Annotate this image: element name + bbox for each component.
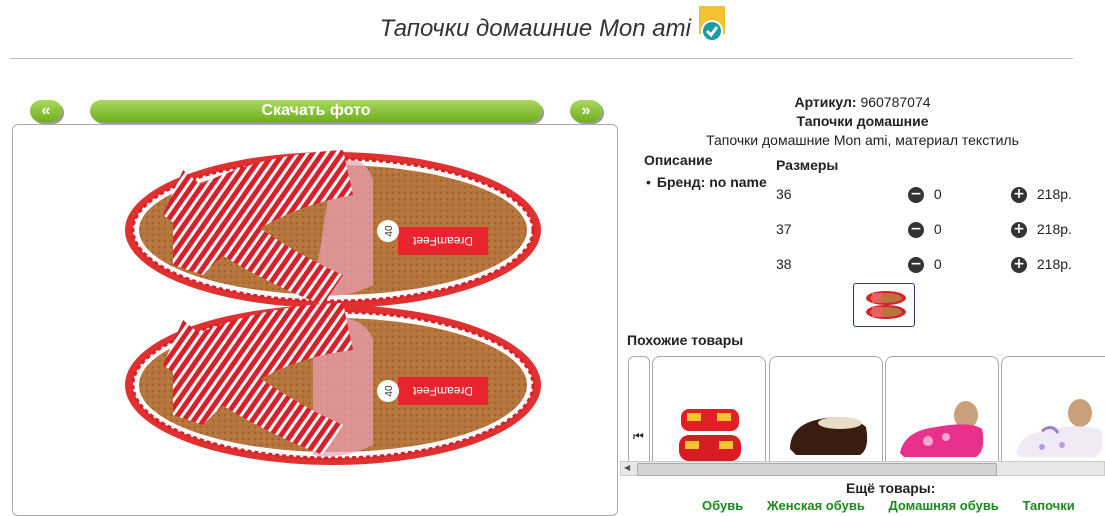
brand-tag-top: DreamFeet — [412, 234, 473, 248]
next-photo-button[interactable]: » — [570, 100, 602, 122]
title-divider — [10, 58, 1073, 59]
product-subtitle: Тапочки домашние Mon ami, материал текст… — [706, 132, 1019, 148]
size-qty-control: − 0 — [908, 256, 942, 274]
similar-carousel: ⏮ — [628, 356, 1105, 463]
bullet-icon: • — [646, 174, 651, 190]
carousel-scrollbar[interactable]: ◀ — [620, 461, 1105, 476]
verified-badge-icon — [699, 6, 726, 44]
qty-value: 0 — [933, 221, 942, 237]
size-price-control: + 218р. — [1011, 186, 1072, 204]
more-link[interactable]: Обувь — [702, 498, 743, 513]
price-value: 218р. — [1036, 221, 1072, 237]
similar-item[interactable] — [1001, 356, 1105, 463]
similar-item[interactable] — [885, 356, 999, 463]
size-price-control: + 218р. — [1011, 221, 1072, 239]
brand-tag-bottom: DreamFeet — [412, 384, 473, 398]
article-value: 960787074 — [860, 94, 931, 110]
product-info: Артикул: 960787074 Тапочки домашние Тапо… — [620, 92, 1105, 148]
similar-item[interactable] — [652, 356, 766, 463]
size-value: 36 — [776, 186, 792, 202]
size-tag-top: 40 — [384, 225, 395, 237]
description-heading: Описание — [644, 152, 713, 168]
slippers-photo: DreamFeet 40 DreamFeet 40 — [125, 150, 541, 465]
article-label: Артикул: — [794, 94, 857, 110]
download-photo-button[interactable]: Скачать фото — [90, 100, 542, 122]
minus-icon[interactable]: − — [908, 222, 924, 239]
prev-photo-button[interactable]: « — [30, 100, 62, 122]
product-photo[interactable]: DreamFeet 40 DreamFeet 40 — [12, 124, 618, 516]
scrollbar-thumb[interactable] — [637, 463, 997, 476]
red-slippers-icon — [679, 409, 741, 461]
brown-slippers-icon — [790, 417, 868, 455]
brand-line: Бренд: no name — [656, 174, 767, 190]
plus-icon[interactable]: + — [1011, 222, 1027, 239]
more-links: Обувь Женская обувь Домашняя обувь Тапоч… — [702, 498, 1075, 513]
brand-item: • Бренд: no name — [646, 174, 767, 190]
size-qty-control: − 0 — [908, 221, 942, 239]
scroll-left-icon[interactable]: ◀ — [624, 463, 630, 472]
minus-icon[interactable]: − — [908, 187, 924, 204]
size-tag-bottom: 40 — [384, 385, 395, 397]
article-line: Артикул: 960787074 — [620, 94, 1105, 110]
similar-item[interactable] — [769, 356, 883, 463]
photo-thumbnail[interactable] — [853, 283, 915, 327]
size-value: 37 — [776, 221, 792, 237]
minus-icon[interactable]: − — [908, 257, 924, 274]
qty-value: 0 — [933, 256, 942, 272]
more-link[interactable]: Тапочки — [1022, 498, 1074, 513]
sizes-heading: Размеры — [776, 157, 839, 173]
white-slippers-icon — [1016, 399, 1103, 457]
skip-back-icon: ⏮ — [633, 429, 644, 443]
price-value: 218р. — [1036, 256, 1072, 272]
page-title: Тапочки домашние Mon ami — [379, 15, 691, 42]
slippers-thumb-icon — [866, 291, 906, 319]
carousel-prev-button[interactable]: ⏮ — [628, 356, 650, 462]
more-link[interactable]: Домашняя обувь — [888, 498, 998, 513]
price-value: 218р. — [1036, 186, 1072, 202]
size-value: 38 — [776, 256, 792, 272]
title-row: Тапочки домашние Mon ami — [0, 6, 1105, 48]
size-qty-control: − 0 — [908, 186, 942, 204]
qty-value: 0 — [933, 186, 942, 202]
similar-heading: Похожие товары — [627, 332, 744, 348]
pink-slippers-icon — [900, 401, 984, 457]
product-category: Тапочки домашние — [796, 113, 929, 129]
plus-icon[interactable]: + — [1011, 187, 1027, 204]
plus-icon[interactable]: + — [1011, 257, 1027, 274]
size-price-control: + 218р. — [1011, 256, 1072, 274]
more-heading: Ещё товары: — [846, 480, 936, 496]
more-link[interactable]: Женская обувь — [767, 498, 865, 513]
